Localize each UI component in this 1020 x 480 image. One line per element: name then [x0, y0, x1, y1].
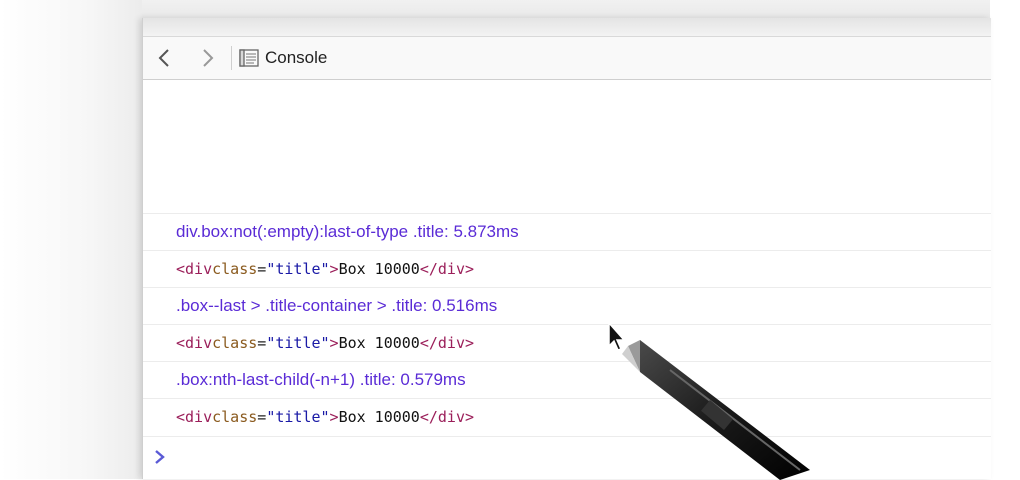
attr-name: class — [212, 408, 258, 426]
tag-open: <div — [176, 408, 213, 426]
log-message-text: .box:nth-last-child(-n+1) .title: 0.579m… — [176, 370, 466, 389]
element-text: Box 10000 — [338, 408, 420, 426]
back-button[interactable] — [151, 43, 177, 73]
tag-open: <div — [176, 260, 213, 278]
video-left-edge — [0, 0, 142, 479]
console-prompt[interactable] — [143, 436, 991, 477]
log-message-text: .box--last > .title-container > .title: … — [176, 296, 498, 315]
tag-close: > — [329, 408, 339, 426]
attr-equals: = — [257, 408, 267, 426]
end-tag: </div> — [419, 260, 475, 278]
log-element[interactable]: <div class = "title" > Box 10000 </div> — [143, 324, 991, 361]
tag-open: <div — [176, 334, 213, 352]
tag-close: > — [329, 334, 339, 352]
attr-value: "title" — [266, 334, 330, 352]
element-text: Box 10000 — [338, 334, 420, 352]
stylus-pen-icon — [622, 340, 810, 480]
log-message: div.box:not(:empty):last-of-type .title:… — [143, 213, 991, 250]
attr-name: class — [212, 334, 258, 352]
console-icon — [239, 49, 259, 67]
browser-chrome-strip — [143, 18, 991, 37]
console-tab-label: Console — [265, 48, 328, 67]
devtools-window: Console div.box:not(:empty):last-of-type… — [142, 18, 991, 479]
chevron-right-icon — [203, 49, 214, 67]
tab-console[interactable]: Console — [239, 45, 327, 71]
end-tag: </div> — [419, 334, 475, 352]
attr-equals: = — [257, 260, 267, 278]
video-top-edge — [0, 0, 1020, 18]
devtools-toolbar: Console — [143, 37, 991, 80]
tag-close: > — [329, 260, 339, 278]
log-element[interactable]: <div class = "title" > Box 10000 </div> — [143, 398, 991, 435]
log-message-text: div.box:not(:empty):last-of-type .title:… — [176, 222, 519, 241]
element-text: Box 10000 — [338, 260, 420, 278]
log-message: .box:nth-last-child(-n+1) .title: 0.579m… — [143, 361, 991, 398]
video-right-edge — [990, 0, 1020, 479]
console-log: div.box:not(:empty):last-of-type .title:… — [143, 213, 991, 435]
end-tag: </div> — [419, 408, 475, 426]
attr-equals: = — [257, 334, 267, 352]
attr-value: "title" — [266, 260, 330, 278]
toolbar-divider — [231, 46, 232, 70]
attr-name: class — [212, 260, 258, 278]
log-element[interactable]: <div class = "title" > Box 10000 </div> — [143, 250, 991, 287]
prompt-chevron-icon — [155, 450, 165, 464]
attr-value: "title" — [266, 408, 330, 426]
log-message: .box--last > .title-container > .title: … — [143, 287, 991, 324]
chevron-left-icon — [158, 49, 169, 67]
forward-button[interactable] — [195, 43, 221, 73]
